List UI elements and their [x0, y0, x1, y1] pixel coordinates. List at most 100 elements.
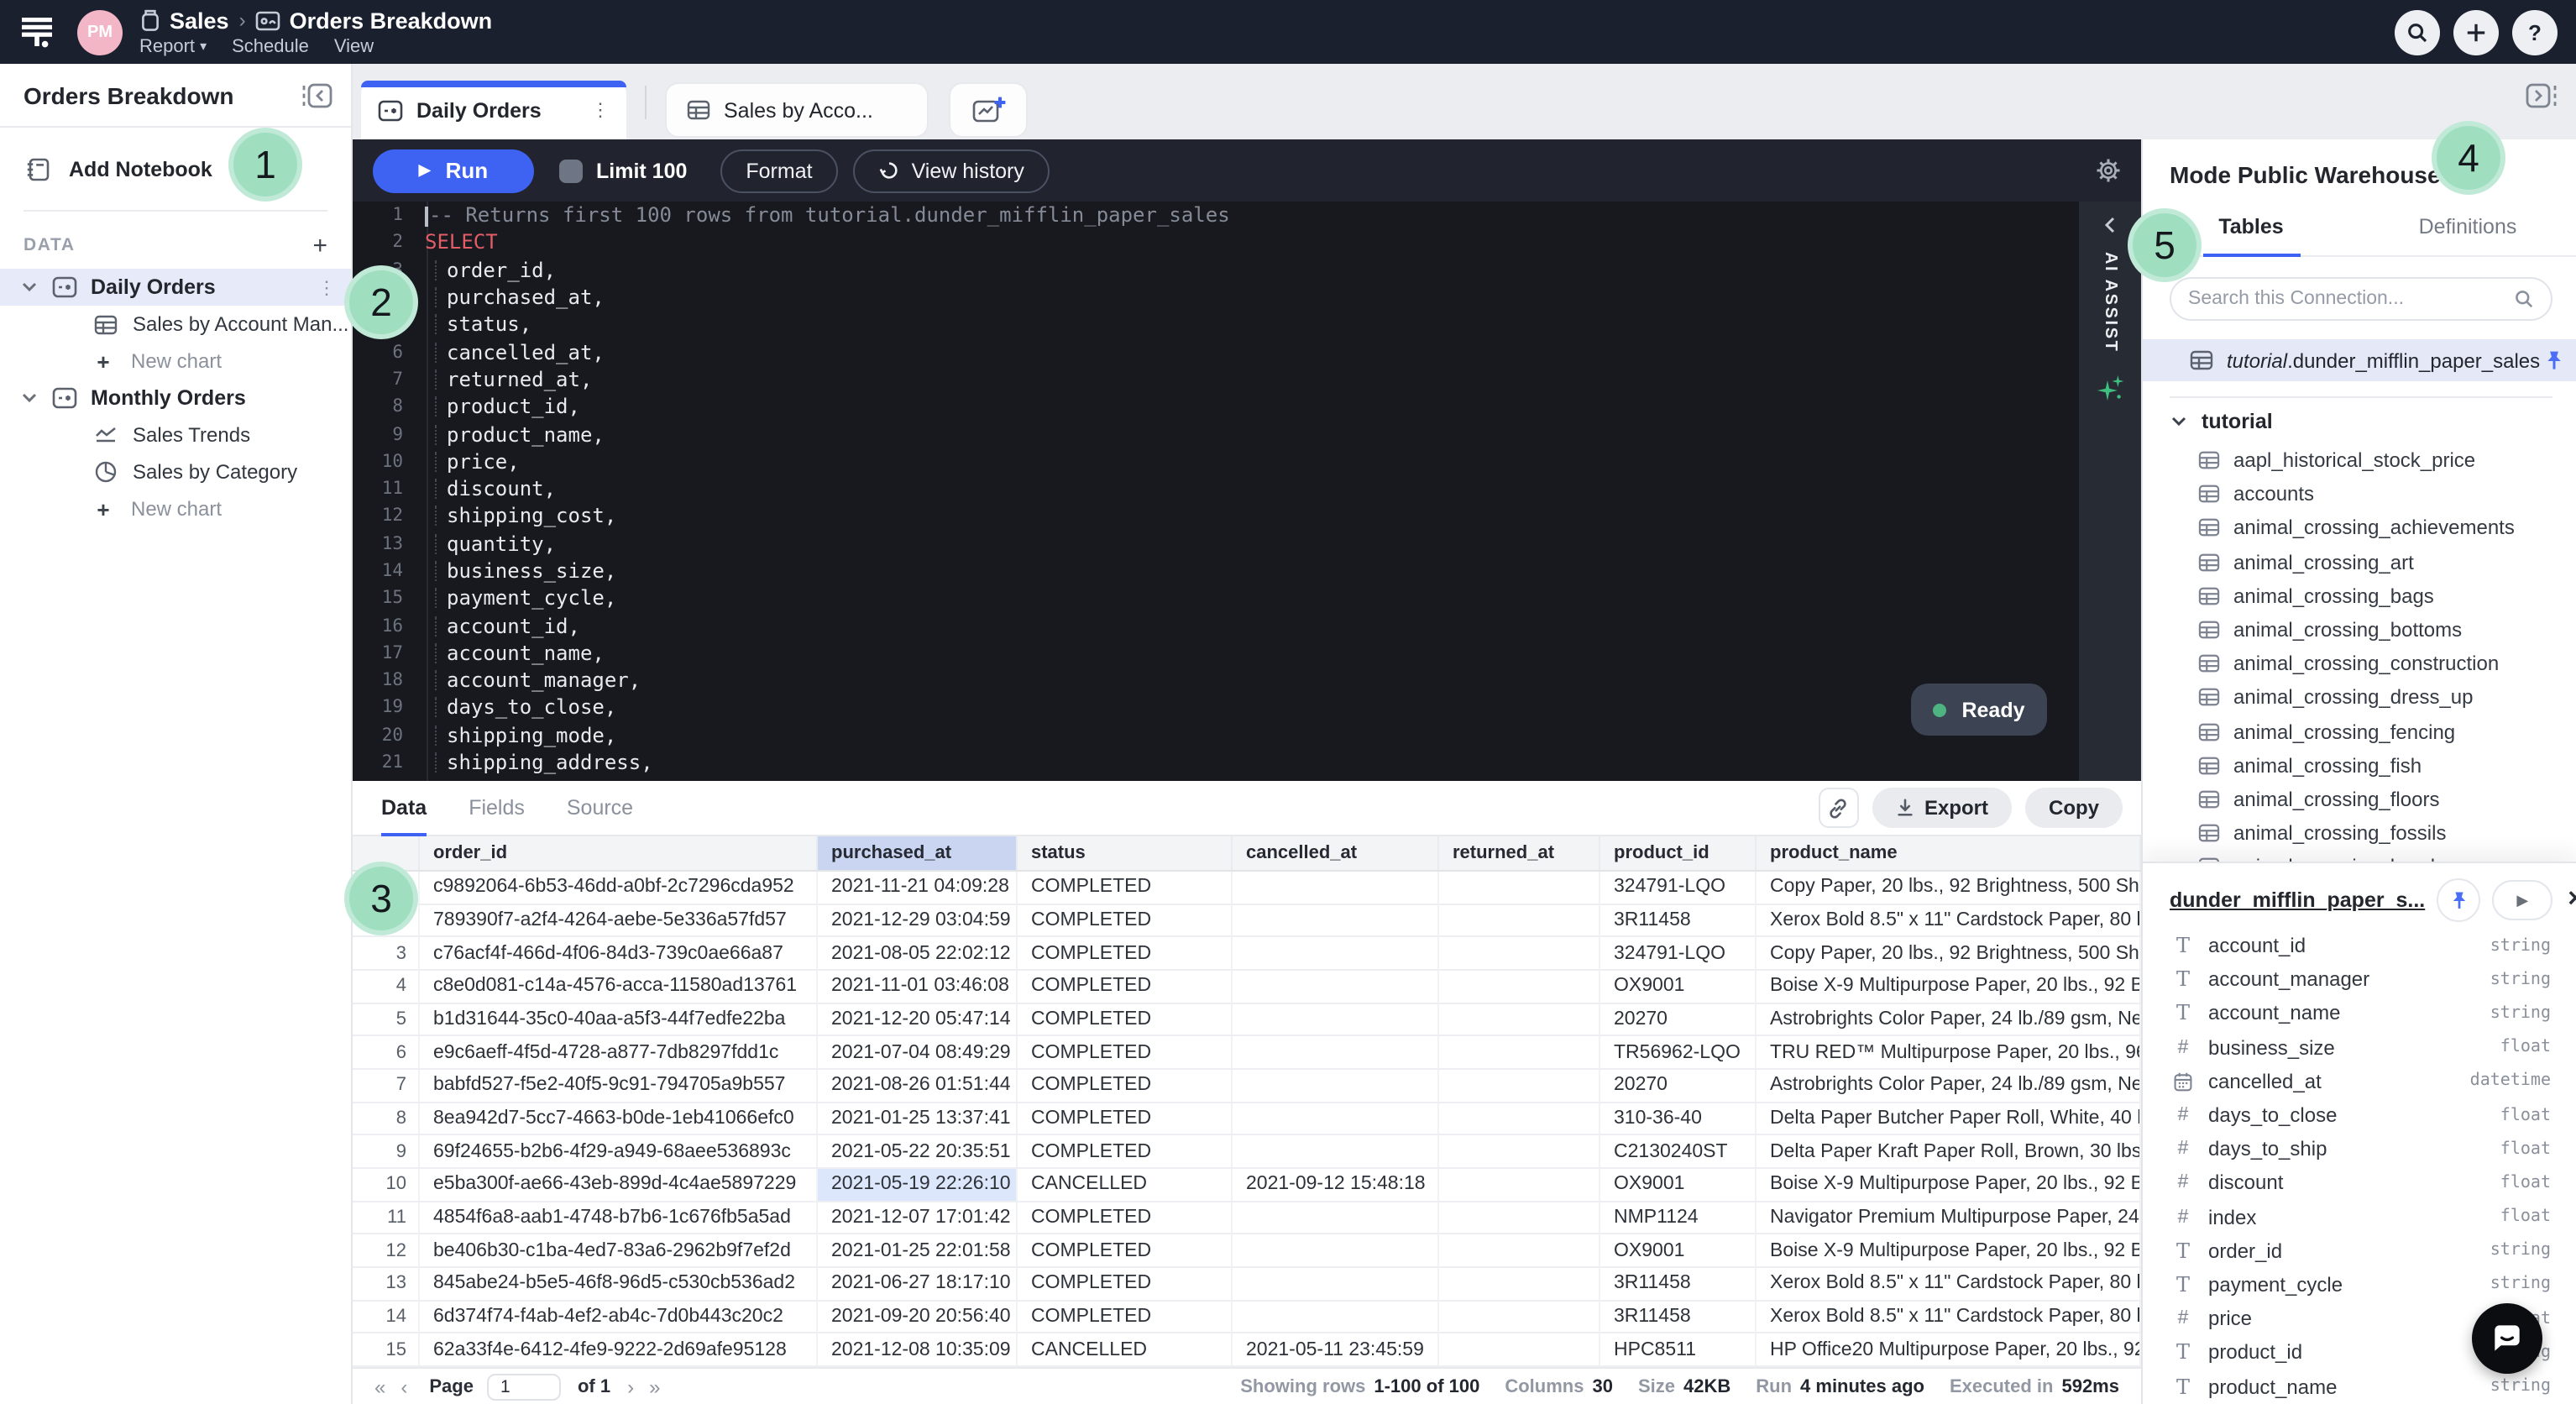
table-cell[interactable]: 2021-01-25 22:01:58 — [818, 1234, 1018, 1265]
table-cell[interactable] — [1439, 1234, 1600, 1265]
column-header-product_id[interactable]: product_id — [1600, 836, 1757, 870]
table-row[interactable]: 10e5ba300f-ae66-43eb-899d-4c4ae589722920… — [353, 1169, 2141, 1202]
table-cell[interactable]: Xerox Bold 8.5" x 11" Cardstock Paper, 8… — [1757, 1268, 2141, 1299]
run-table-button[interactable]: ▶ — [2492, 880, 2552, 920]
new-chart-tab-button[interactable] — [949, 82, 1028, 138]
code-area[interactable]: 1-- Returns first 100 rows from tutorial… — [353, 202, 2079, 781]
field-card-title-link[interactable]: dunder_mifflin_paper_s... — [2170, 888, 2425, 912]
kebab-menu-icon[interactable]: ⋮ — [317, 276, 336, 298]
column-header-product_name[interactable]: product_name — [1757, 836, 2141, 870]
next-page-icon[interactable]: › — [627, 1375, 634, 1398]
field-row[interactable]: Tpayment_cyclestring — [2143, 1268, 2576, 1302]
table-cell[interactable]: COMPLETED — [1018, 1202, 1233, 1233]
format-button[interactable]: Format — [720, 149, 837, 192]
breadcrumb-collection[interactable]: Sales — [170, 8, 229, 33]
table-cell[interactable]: 310-36-40 — [1600, 1103, 1757, 1134]
table-cell[interactable] — [1439, 1136, 1600, 1167]
chevron-down-icon[interactable] — [22, 393, 37, 403]
table-cell[interactable]: HP Office20 Multipurpose Paper, 20 lbs.,… — [1757, 1333, 2141, 1365]
table-cell[interactable]: 3R11458 — [1600, 1301, 1757, 1332]
table-cell[interactable]: e9c6aeff-4f5d-4728-a877-7db8297fdd1c — [420, 1037, 818, 1068]
copy-button[interactable]: Copy — [2025, 788, 2123, 828]
code-line[interactable]: 13quantity, — [353, 530, 2079, 558]
table-cell[interactable]: 3R11458 — [1600, 904, 1757, 935]
table-cell[interactable]: e5ba300f-ae66-43eb-899d-4c4ae5897229 — [420, 1169, 818, 1200]
table-cell[interactable]: 62a33f4e-6412-4fe9-9222-2d69afe95128 — [420, 1333, 818, 1365]
table-cell[interactable]: COMPLETED — [1018, 938, 1233, 969]
table-cell[interactable] — [1439, 1333, 1600, 1365]
tree-item-daily-orders[interactable]: Daily Orders ⋮ — [0, 269, 351, 306]
table-cell[interactable]: TR56962-LQO — [1600, 1037, 1757, 1068]
table-cell[interactable]: 2021-07-04 08:49:29 — [818, 1037, 1018, 1068]
avatar[interactable]: PM — [77, 9, 123, 55]
table-row[interactable]: 3c76acf4f-466d-4f06-84d3-739c0ae66a87202… — [353, 938, 2141, 971]
table-cell[interactable]: COMPLETED — [1018, 1103, 1233, 1134]
new-chart-button[interactable]: + New chart — [0, 490, 351, 527]
table-cell[interactable]: 2021-09-20 20:56:40 — [818, 1301, 1018, 1332]
table-cell[interactable]: Xerox Bold 8.5" x 11" Cardstock Paper, 8… — [1757, 1301, 2141, 1332]
table-row[interactable]: 4c8e0d081-c14a-4576-acca-11580ad13761202… — [353, 971, 2141, 1003]
last-page-icon[interactable]: » — [649, 1375, 660, 1398]
field-row[interactable]: Tproduct_namestring — [2143, 1370, 2576, 1403]
table-cell[interactable]: CANCELLED — [1018, 1333, 1233, 1365]
table-cell[interactable] — [1439, 1301, 1600, 1332]
table-cell[interactable]: 20270 — [1600, 1070, 1757, 1101]
code-line[interactable]: 18account_manager, — [353, 667, 2079, 694]
menu-schedule[interactable]: Schedule — [232, 36, 309, 56]
ai-assist-strip[interactable]: AI ASSIST — [2079, 202, 2141, 781]
connection-title[interactable]: Mode Public Warehouse — [2170, 161, 2441, 188]
table-cell[interactable]: 2021-12-29 03:04:59 — [818, 904, 1018, 935]
table-cell[interactable]: OX9001 — [1600, 1169, 1757, 1200]
table-cell[interactable]: Copy Paper, 20 lbs., 92 Brightness, 500 … — [1757, 938, 2141, 969]
table-cell[interactable]: Astrobrights Color Paper, 24 lb./89 gsm,… — [1757, 1003, 2141, 1035]
table-cell[interactable] — [1233, 971, 1439, 1002]
code-line[interactable]: 6cancelled_at, — [353, 338, 2079, 366]
limit-checkbox[interactable] — [559, 159, 583, 182]
menu-view[interactable]: View — [334, 36, 374, 56]
table-cell[interactable] — [1439, 1037, 1600, 1068]
table-cell[interactable]: 2021-12-07 17:01:42 — [818, 1202, 1018, 1233]
code-line[interactable]: 21shipping_address, — [353, 749, 2079, 777]
table-cell[interactable]: 2021-01-25 13:37:41 — [818, 1103, 1018, 1134]
tab-fields[interactable]: Fields — [469, 781, 525, 835]
table-list-item[interactable]: animal_crossing_dress_up — [2143, 681, 2576, 715]
tree-item-sales-by-category[interactable]: Sales by Category — [0, 453, 351, 490]
table-cell[interactable]: Boise X-9 Multipurpose Paper, 20 lbs., 9… — [1757, 1234, 2141, 1265]
code-line[interactable]: 20shipping_mode, — [353, 721, 2079, 749]
table-row[interactable]: 146d374f74-f4ab-4ef2-ab4c-7d0b443c20c220… — [353, 1301, 2141, 1333]
table-row[interactable]: 6e9c6aeff-4f5d-4728-a877-7db8297fdd1c202… — [353, 1037, 2141, 1070]
table-cell[interactable]: 2021-09-12 15:48:18 — [1233, 1169, 1439, 1200]
table-cell[interactable]: 324791-LQO — [1600, 872, 1757, 903]
table-cell[interactable]: 2021-12-20 05:47:14 — [818, 1003, 1018, 1035]
table-cell[interactable]: TRU RED™ Multipurpose Paper, 20 lbs., 96… — [1757, 1037, 2141, 1068]
table-cell[interactable]: COMPLETED — [1018, 1070, 1233, 1101]
table-cell[interactable]: Xerox Bold 8.5" x 11" Cardstock Paper, 8… — [1757, 904, 2141, 935]
table-cell[interactable]: c9892064-6b53-46dd-a0bf-2c7296cda952 — [420, 872, 818, 903]
table-cell[interactable] — [1439, 872, 1600, 903]
code-line[interactable]: 19days_to_close, — [353, 694, 2079, 722]
table-cell[interactable]: COMPLETED — [1018, 1234, 1233, 1265]
table-cell[interactable]: 20270 — [1600, 1003, 1757, 1035]
schema-group-tutorial[interactable]: tutorial — [2143, 401, 2576, 442]
table-cell[interactable]: Boise X-9 Multipurpose Paper, 20 lbs., 9… — [1757, 971, 2141, 1002]
table-cell[interactable]: 4854f6a8-aab1-4748-b7b6-1c676fb5a5ad — [420, 1202, 818, 1233]
pin-icon[interactable] — [2542, 348, 2565, 372]
table-cell[interactable]: 2021-08-05 22:02:12 — [818, 938, 1018, 969]
table-cell[interactable]: 69f24655-b2b6-4f29-a949-68aee536893c — [420, 1136, 818, 1167]
table-row[interactable]: 5b1d31644-35c0-40aa-a5f3-44f7edfe22ba202… — [353, 1003, 2141, 1036]
column-header-status[interactable]: status — [1018, 836, 1233, 870]
table-cell[interactable]: 2021-11-21 04:09:28 — [818, 872, 1018, 903]
table-cell[interactable]: CANCELLED — [1018, 1169, 1233, 1200]
table-list-item[interactable]: animal_crossing_fencing — [2143, 715, 2576, 748]
code-line[interactable]: 9product_name, — [353, 421, 2079, 448]
code-line[interactable]: 14business_size, — [353, 558, 2079, 585]
code-line[interactable]: 10price, — [353, 448, 2079, 475]
table-list-item[interactable]: animal_crossing_achievements — [2143, 511, 2576, 545]
export-button[interactable]: Export — [1872, 788, 2012, 828]
code-line[interactable]: 7returned_at, — [353, 366, 2079, 394]
table-cell[interactable]: COMPLETED — [1018, 872, 1233, 903]
table-cell[interactable]: 2021-08-26 01:51:44 — [818, 1070, 1018, 1101]
schema-search-input[interactable]: Search this Connection... — [2170, 277, 2552, 321]
limit-label[interactable]: Limit 100 — [596, 159, 687, 182]
code-line[interactable]: 1-- Returns first 100 rows from tutorial… — [353, 202, 2079, 229]
